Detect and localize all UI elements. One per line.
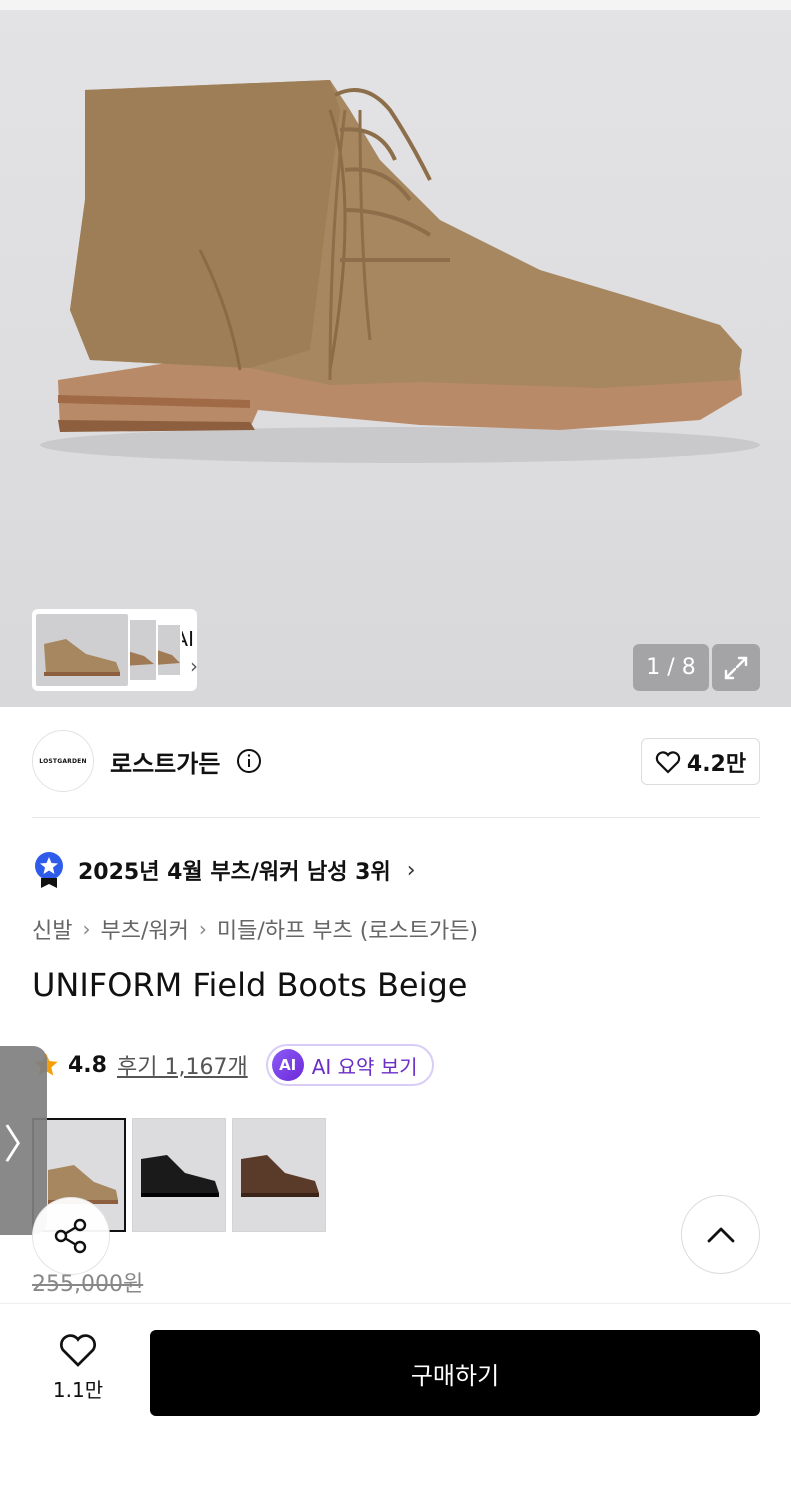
product-title: UNIFORM Field Boots Beige (32, 966, 468, 1004)
ai-badge-icon: AI (271, 1049, 304, 1081)
brand-like-count: 4.2만 (686, 751, 747, 777)
ranking-badge-icon (35, 852, 63, 888)
brand-row: LOSTGARDEN 로스트가든 4.2만 (32, 730, 760, 794)
original-price: 255,000원 (32, 1272, 144, 1297)
expand-icon (724, 656, 748, 679)
brand-name[interactable]: 로스트가든 (110, 744, 220, 779)
ranking-text: 2025년 4월 부츠/워커 남성 3위 (78, 860, 391, 885)
wishlist-count: 1.1만 (52, 1378, 104, 1402)
ranking-link[interactable]: 2025년 4월 부츠/워커 남성 3위 › (32, 850, 416, 890)
swatch-brown[interactable] (232, 1118, 326, 1232)
reviews-link[interactable]: 후기 1,167개 (117, 1049, 248, 1081)
chevron-right-icon: › (190, 654, 197, 678)
brand-like-button[interactable]: 4.2만 (641, 738, 760, 785)
chevron-right-icon: › (406, 857, 416, 883)
heart-icon (655, 750, 681, 774)
breadcrumb-item[interactable]: 미들/하프 부츠 (로스트가든) (217, 913, 478, 945)
swatch-black[interactable] (132, 1118, 226, 1232)
brand-logo-text: LOSTGARDEN (39, 757, 87, 765)
expand-button[interactable] (712, 644, 760, 691)
thumbnail-1 (34, 612, 130, 688)
bottom-action-bar: 1.1만 구매하기 (0, 1303, 791, 1500)
ai-summary-label: AI 요약 보기 (311, 1054, 418, 1079)
side-drawer-tab[interactable]: 〉 (0, 1046, 47, 1235)
share-button[interactable] (32, 1197, 110, 1275)
heart-icon (60, 1334, 96, 1367)
share-icon (54, 1218, 87, 1254)
breadcrumb-separator: › (198, 917, 207, 941)
breadcrumb-separator: › (82, 917, 91, 941)
buy-button[interactable]: 구매하기 (150, 1330, 760, 1416)
chevron-up-icon (707, 1227, 734, 1242)
brand-logo[interactable]: LOSTGARDEN (32, 730, 94, 792)
scroll-to-top-button[interactable] (681, 1195, 760, 1274)
rating-row: 4.8 후기 1,167개 AI AI 요약 보기 (32, 1043, 434, 1087)
ai-thumbnail-strip[interactable]: AI › (32, 609, 197, 691)
boot-image (40, 80, 760, 463)
image-counter: 1 / 8 (633, 644, 709, 691)
breadcrumb: 신발 › 부츠/워커 › 미들/하프 부츠 (로스트가든) (32, 913, 478, 945)
wishlist-button[interactable]: 1.1만 (40, 1332, 116, 1403)
breadcrumb-item[interactable]: 신발 (32, 913, 72, 945)
breadcrumb-item[interactable]: 부츠/워커 (100, 913, 188, 945)
divider (32, 817, 760, 818)
product-image-gallery[interactable]: AI › 1 / 8 (0, 0, 791, 707)
chevron-right-icon: 〉 (3, 1121, 44, 1168)
ai-summary-button[interactable]: AI AI 요약 보기 (265, 1044, 434, 1086)
info-icon[interactable] (236, 748, 262, 774)
rating-score: 4.8 (68, 1052, 107, 1078)
